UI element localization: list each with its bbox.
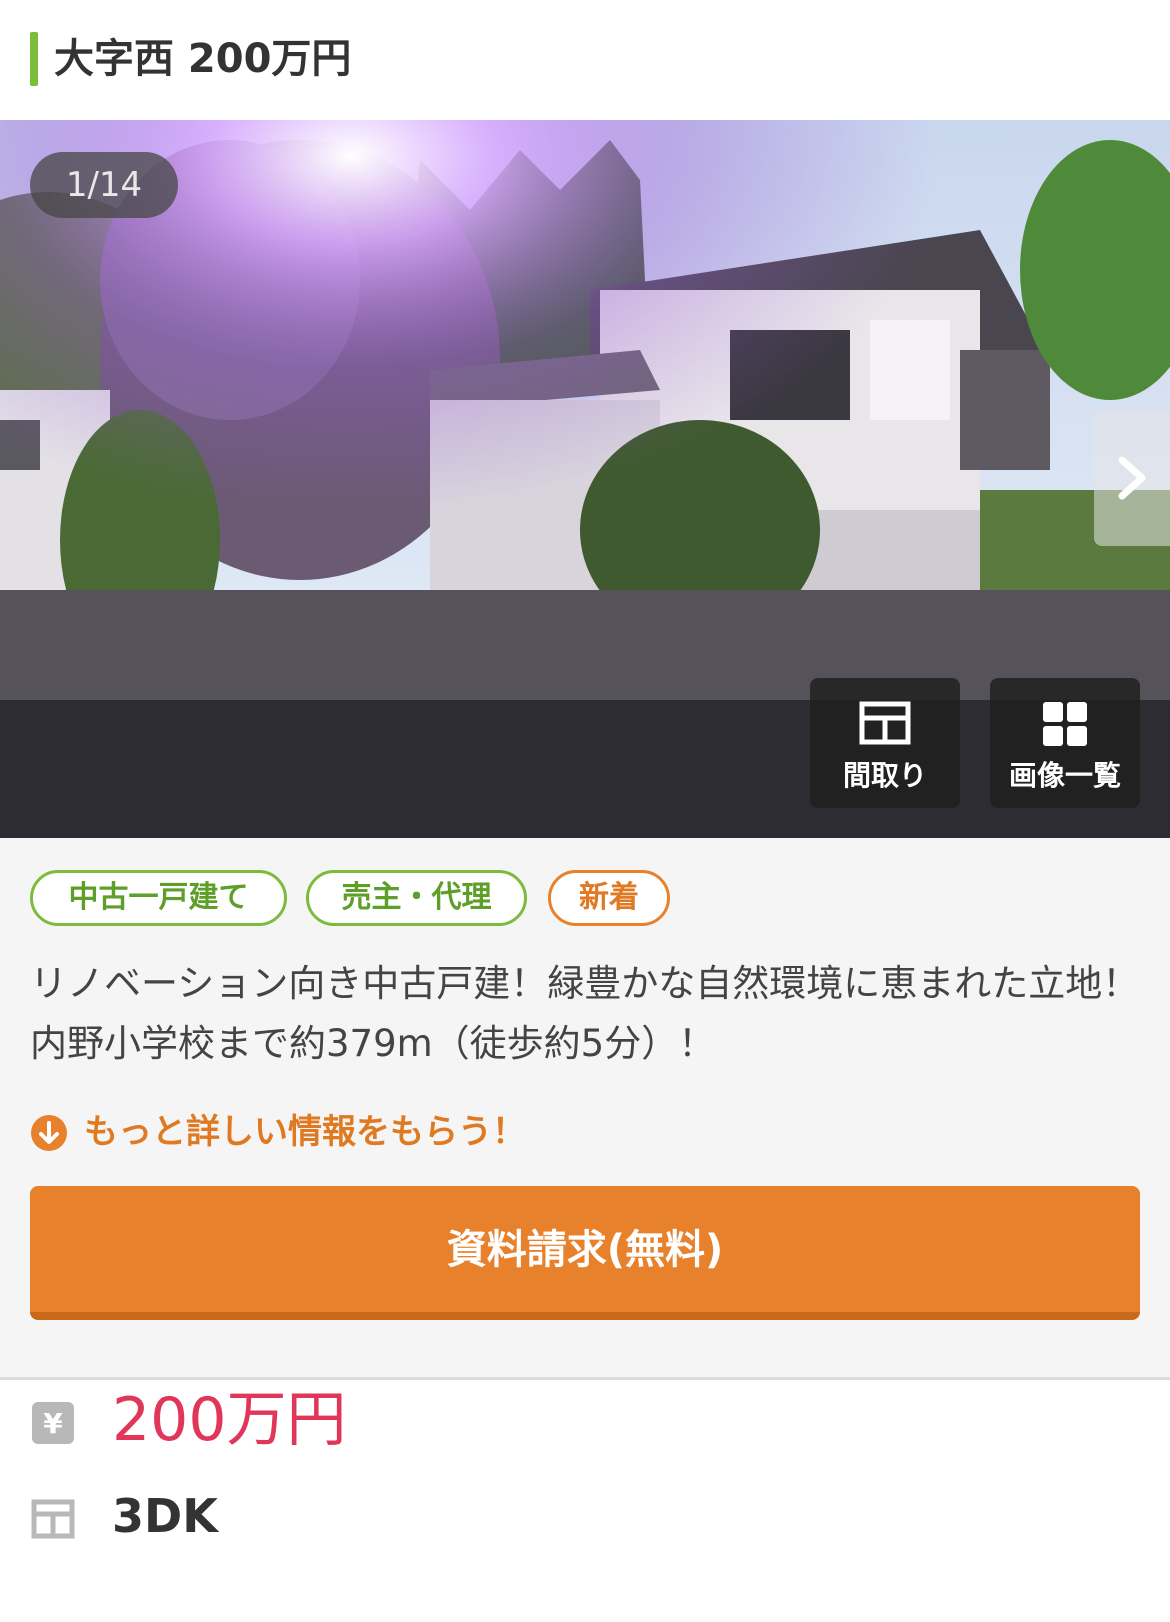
request-info-button[interactable]: 資料請求(無料) — [30, 1186, 1140, 1320]
price-value: 200万円 — [112, 1385, 347, 1455]
tag-used-house: 中古一戸建て — [30, 870, 287, 926]
more-info-text: もっと詳しい情報をもらう！ — [84, 1112, 526, 1152]
page-title: 大字西 200万円 — [54, 36, 352, 82]
image-list-label: 画像一覧 — [1008, 759, 1121, 792]
listing-info-panel: 中古一戸建て 売主・代理 新着 リノベーション向き中古戸建！緑豊かな自然環境に恵… — [0, 838, 1170, 1380]
next-photo-button[interactable] — [1094, 410, 1170, 546]
property-photo-gallery[interactable]: 1/14 間取り 画像一覧 — [0, 120, 1170, 838]
photo-counter: 1/14 — [30, 152, 178, 218]
floor-plan-icon — [31, 1499, 75, 1539]
svg-text:¥: ¥ — [43, 1407, 63, 1440]
title-bar: 大字西 200万円 — [0, 0, 1170, 120]
floor-plan-button[interactable]: 間取り — [810, 678, 960, 808]
tag-new: 新着 — [548, 870, 670, 926]
arrow-down-circle-icon — [31, 1115, 67, 1151]
grid-icon — [1043, 702, 1087, 746]
floor-plan-label: 間取り — [842, 759, 927, 792]
image-list-button[interactable]: 画像一覧 — [990, 678, 1140, 808]
title-accent-bar — [30, 32, 38, 86]
listing-description: リノベーション向き中古戸建！緑豊かな自然環境に恵まれた立地！内野小学校まで約37… — [30, 962, 1140, 1065]
layout-value: 3DK — [112, 1489, 218, 1543]
floor-plan-icon — [859, 701, 911, 745]
yen-icon: ¥ — [32, 1402, 74, 1444]
chevron-right-icon — [1118, 456, 1146, 500]
tag-seller-agent: 売主・代理 — [306, 870, 527, 926]
